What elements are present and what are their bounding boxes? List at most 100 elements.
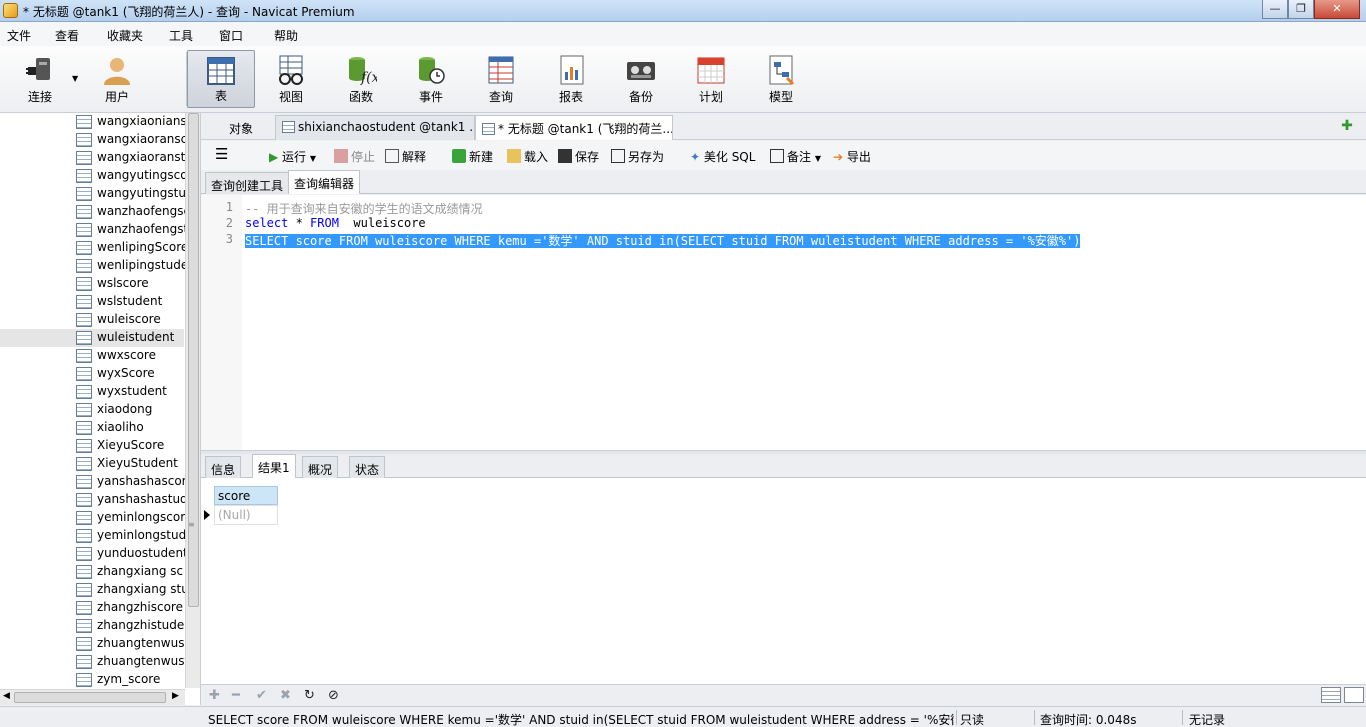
connect-button[interactable]: 连接 bbox=[6, 50, 74, 108]
sql-line-2[interactable]: select * FROM wuleiscore bbox=[245, 216, 426, 230]
sidebar-item-zhuangtenwusc[interactable]: zhuangtenwusc bbox=[0, 635, 185, 653]
comment-button[interactable]: 备注 ▼ bbox=[770, 148, 821, 165]
menu-file[interactable]: 文件 bbox=[7, 27, 31, 44]
sidebar-item-xieyuscore[interactable]: XieyuScore bbox=[0, 437, 184, 455]
sidebar-item-yeminlongscor[interactable]: yeminlongscor bbox=[0, 509, 185, 527]
sidebar-item-wyxscore[interactable]: wyxScore bbox=[0, 365, 184, 383]
model-button[interactable]: 模型 bbox=[747, 50, 815, 108]
sidebar-item-yanshashastud[interactable]: yanshashastud bbox=[0, 491, 185, 509]
sidebar-item-wanzhaofengsc[interactable]: wanzhaofengsc bbox=[0, 203, 185, 221]
maximize-button[interactable]: ❐ bbox=[1288, 0, 1314, 19]
sidebar-vertical-scrollbar[interactable]: ≡ bbox=[185, 113, 200, 688]
sidebar-item-xieyustudent[interactable]: XieyuStudent bbox=[0, 455, 184, 473]
result-cell[interactable]: (Null) bbox=[214, 505, 278, 525]
sidebar-item-wuleiscore[interactable]: wuleiscore bbox=[0, 311, 184, 329]
sidebar-item-wangxiaoranst[interactable]: wangxiaoranst bbox=[0, 149, 185, 167]
sidebar-item-zhangzhiscore[interactable]: zhangzhiscore bbox=[0, 599, 184, 617]
sidebar-item-yunduostudent[interactable]: yunduostudent bbox=[0, 545, 185, 563]
refresh-icon[interactable]: ↻ bbox=[304, 688, 315, 703]
view-button[interactable]: 视图 bbox=[257, 50, 325, 108]
object-tree[interactable]: wangxiaonians wangxiaoransc wangxiaoranst w… bbox=[0, 113, 201, 705]
tab-profile[interactable]: 概况 bbox=[302, 456, 339, 478]
scrollbar-thumb[interactable] bbox=[14, 692, 166, 703]
add-record-icon[interactable]: ✚ bbox=[209, 688, 220, 703]
sidebar-item-wangxiaoransc[interactable]: wangxiaoransc bbox=[0, 131, 185, 149]
tab-query-editor[interactable]: 查询编辑器 bbox=[288, 170, 361, 194]
sidebar-item-zhangzhistuder[interactable]: zhangzhistuder bbox=[0, 617, 185, 635]
new-tab-icon[interactable]: ✚ bbox=[1338, 117, 1356, 135]
function-button[interactable]: f(x) 函数 bbox=[327, 50, 395, 108]
menu-icon[interactable]: ☰ bbox=[215, 145, 228, 163]
tab-untitled-query[interactable]: * 无标题 @tank1 (飞翔的荷兰... bbox=[475, 115, 673, 140]
menu-view[interactable]: 查看 bbox=[55, 27, 79, 44]
tab-query-builder[interactable]: 查询创建工具 bbox=[205, 172, 290, 194]
delete-record-icon[interactable]: ━ bbox=[232, 688, 240, 703]
sidebar-item-wwxscore[interactable]: wwxscore bbox=[0, 347, 184, 365]
sidebar-item-zhuangtenwust[interactable]: zhuangtenwust bbox=[0, 653, 185, 671]
sidebar-item-yanshashascor[interactable]: yanshashascor bbox=[0, 473, 185, 491]
sql-line-1[interactable]: -- 用于查询来自安徽的学生的语文成绩情况 bbox=[245, 200, 483, 217]
sidebar-item-wslscore[interactable]: wslscore bbox=[0, 275, 184, 293]
grid-view-icon[interactable] bbox=[1321, 687, 1341, 703]
sidebar-item-zhangxiang-sc[interactable]: zhangxiang sc bbox=[0, 563, 184, 581]
stop-button[interactable]: 停止 bbox=[334, 148, 375, 165]
navicat-app-icon[interactable] bbox=[3, 3, 18, 18]
query-button[interactable]: 查询 bbox=[467, 50, 535, 108]
chevron-down-icon[interactable]: ▼ bbox=[310, 154, 316, 163]
discard-changes-icon[interactable]: ✖ bbox=[280, 688, 291, 703]
close-button[interactable]: ✕ bbox=[1314, 0, 1360, 19]
chevron-down-icon[interactable]: ▼ bbox=[72, 74, 78, 83]
sql-editor[interactable]: 1 2 3 -- 用于查询来自安徽的学生的语文成绩情况 select * FRO… bbox=[201, 195, 1366, 450]
backup-button[interactable]: 备份 bbox=[607, 50, 675, 108]
sidebar-item-wenlipingscore[interactable]: wenlipingScore bbox=[0, 239, 185, 257]
menu-favorites[interactable]: 收藏夹 bbox=[107, 27, 143, 44]
scrollbar-thumb[interactable] bbox=[188, 113, 199, 607]
sidebar-item-wyxstudent[interactable]: wyxstudent bbox=[0, 383, 184, 401]
tab-status[interactable]: 状态 bbox=[349, 456, 386, 478]
menu-help[interactable]: 帮助 bbox=[274, 27, 298, 44]
tab-objects[interactable]: 对象 bbox=[207, 115, 275, 140]
table-icon bbox=[76, 349, 92, 363]
run-button[interactable]: ▶ 运行 ▼ bbox=[269, 148, 316, 165]
save-as-button[interactable]: 另存为 bbox=[611, 148, 664, 165]
export-button[interactable]: ➔ 导出 bbox=[833, 148, 871, 165]
sidebar-item-wanzhaofengst[interactable]: wanzhaofengst bbox=[0, 221, 185, 239]
beautify-sql-button[interactable]: ✦ 美化 SQL bbox=[690, 148, 755, 165]
load-button[interactable]: 载入 bbox=[507, 148, 548, 165]
apply-changes-icon[interactable]: ✔ bbox=[256, 688, 267, 703]
sidebar-item-zym_score[interactable]: zym_score bbox=[0, 671, 184, 689]
form-view-icon[interactable] bbox=[1344, 687, 1364, 703]
sidebar-item-yeminlongstud[interactable]: yeminlongstud bbox=[0, 527, 185, 545]
sidebar-item-wangyutingstu[interactable]: wangyutingstu bbox=[0, 185, 185, 203]
minimize-button[interactable]: — bbox=[1262, 0, 1288, 19]
sidebar-item-wangyutingsco[interactable]: wangyutingsco bbox=[0, 167, 185, 185]
sidebar-item-wenlipingstude[interactable]: wenlipingstude bbox=[0, 257, 185, 275]
menu-tools[interactable]: 工具 bbox=[169, 27, 193, 44]
scroll-right-icon[interactable]: ▶ bbox=[172, 691, 179, 701]
report-button[interactable]: 报表 bbox=[537, 50, 605, 108]
tab-result1[interactable]: 结果1 bbox=[252, 454, 296, 478]
table-button[interactable]: 表 bbox=[187, 50, 255, 108]
scroll-left-icon[interactable]: ◀ bbox=[3, 691, 10, 701]
sidebar-item-xiaoliho[interactable]: xiaoliho bbox=[0, 419, 184, 437]
sidebar-item-wuleistudent[interactable]: wuleistudent bbox=[0, 329, 184, 347]
user-button[interactable]: 用户 bbox=[83, 50, 151, 108]
column-header-score[interactable]: score bbox=[214, 486, 278, 505]
explain-button[interactable]: 解释 bbox=[385, 148, 426, 165]
save-button[interactable]: 保存 bbox=[558, 148, 599, 165]
chevron-down-icon[interactable]: ▼ bbox=[815, 154, 821, 163]
tab-info[interactable]: 信息 bbox=[205, 456, 242, 478]
sidebar-item-xiaodong[interactable]: xiaodong bbox=[0, 401, 184, 419]
sidebar-item-wslstudent[interactable]: wslstudent bbox=[0, 293, 184, 311]
sidebar-horizontal-scrollbar[interactable]: ◀ ▶ bbox=[0, 689, 185, 705]
menu-window[interactable]: 窗口 bbox=[219, 27, 243, 44]
tab-shixianchaostudent[interactable]: shixianchaostudent @tank1 ... bbox=[275, 115, 475, 140]
sidebar-item-wangxiaonians[interactable]: wangxiaonians bbox=[0, 113, 185, 131]
schedule-button[interactable]: 计划 bbox=[677, 50, 745, 108]
sidebar-item-zhangxiang-stu[interactable]: zhangxiang stu bbox=[0, 581, 185, 599]
event-button[interactable]: 事件 bbox=[397, 50, 465, 108]
result-grid[interactable]: score (Null) bbox=[201, 478, 1366, 684]
sql-line-3[interactable]: SELECT score FROM wuleiscore WHERE kemu … bbox=[245, 232, 1081, 249]
stop-icon[interactable]: ⊘ bbox=[328, 688, 339, 703]
new-button[interactable]: 新建 bbox=[452, 148, 493, 165]
